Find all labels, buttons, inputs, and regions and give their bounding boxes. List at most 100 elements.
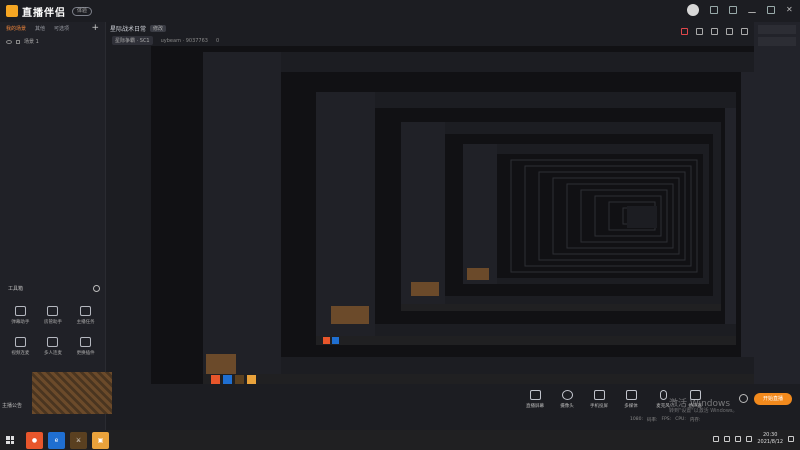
- activate-windows-hint: 转到"设置"以激活 Windows。: [669, 408, 738, 414]
- tool-label: 弹幕助手: [11, 320, 30, 325]
- scene-item[interactable]: 场景 1: [0, 35, 105, 48]
- tool-plugin[interactable]: 更换插件: [69, 337, 102, 356]
- eye-icon[interactable]: [6, 39, 12, 44]
- app-record-icon[interactable]: ●: [26, 431, 43, 449]
- message-icon[interactable]: [726, 28, 733, 35]
- action-label: 多媒体: [624, 404, 638, 409]
- task-icon: [80, 306, 92, 316]
- people-icon[interactable]: [713, 436, 720, 442]
- category-badge[interactable]: 星际争霸 · SC1: [112, 36, 153, 45]
- camera-icon: [561, 390, 573, 400]
- action-phone-cast[interactable]: 手机投屏: [586, 390, 612, 409]
- maximize-icon[interactable]: [767, 6, 775, 14]
- lock-icon[interactable]: [16, 39, 20, 44]
- action-camera[interactable]: 摄像头: [554, 390, 580, 409]
- app-game-icon[interactable]: ⚔: [70, 431, 87, 449]
- copy-icon[interactable]: [696, 28, 703, 35]
- settings-gear-icon[interactable]: [739, 394, 748, 403]
- tool-label: 更换插件: [76, 351, 95, 356]
- tab-my-scenes[interactable]: 我的场景: [6, 25, 26, 32]
- tool-label: 主播任务: [76, 320, 95, 325]
- notice-row: [758, 25, 796, 34]
- minimize-icon[interactable]: [748, 8, 756, 13]
- recursive-preview: [151, 46, 754, 406]
- action-label: 麦克风: [656, 404, 670, 409]
- tool-admin[interactable]: 房管助手: [37, 306, 70, 325]
- link-mic-icon: [14, 337, 26, 347]
- screen-icon: [529, 390, 541, 400]
- action-screen[interactable]: 直播屏幕: [522, 390, 548, 409]
- red-icon[interactable]: [681, 28, 688, 35]
- system-tray: 20:30 2021/8/12: [713, 432, 794, 446]
- app-name: 直播伴侣: [22, 7, 66, 19]
- action-label: 直播屏幕: [526, 404, 544, 409]
- uid-label: uybeam · 9037763: [160, 37, 208, 44]
- stat-bitrate: 码率:: [646, 418, 658, 423]
- announcement-label: 主播公告: [2, 403, 23, 409]
- mic-tray-icon[interactable]: [724, 436, 731, 442]
- windows-start-icon[interactable]: [6, 436, 14, 444]
- stats-row: 1080: 码率: FPS: CPU: 内存:: [630, 417, 700, 423]
- scene-tabs: 我的场景 其他 可选项 +: [0, 22, 105, 35]
- toolbox-title: 工具箱: [8, 286, 24, 292]
- tool-danmaku[interactable]: 弹幕助手: [4, 306, 37, 325]
- mic-icon: [659, 390, 667, 400]
- edit-room-button[interactable]: 修改: [150, 25, 167, 32]
- stat-fps: FPS:: [661, 417, 672, 422]
- avatar[interactable]: [687, 4, 699, 16]
- skin-icon[interactable]: [710, 6, 718, 14]
- media-icon: [625, 390, 637, 400]
- app-livecompanion-icon[interactable]: ▣: [92, 431, 109, 449]
- close-icon[interactable]: ✕: [786, 6, 794, 14]
- header-icons: [681, 28, 748, 35]
- action-media[interactable]: 多媒体: [618, 390, 644, 409]
- network-icon[interactable]: [735, 436, 742, 442]
- action-label: 手机投屏: [590, 404, 608, 409]
- version-badge[interactable]: 体验: [72, 6, 93, 16]
- danmaku-icon: [14, 306, 26, 316]
- tool-link-mic[interactable]: 视频连麦: [4, 337, 37, 356]
- tool-label: 多人连麦: [43, 351, 62, 356]
- game-thumbnail[interactable]: [32, 372, 112, 414]
- volume-icon[interactable]: [746, 436, 753, 442]
- admin-icon: [47, 306, 59, 316]
- clock-time: 20:30: [762, 432, 778, 438]
- tool-label: 视频连麦: [11, 351, 30, 356]
- tab-other[interactable]: 其他: [35, 25, 45, 32]
- multi-mic-icon: [47, 337, 59, 347]
- add-scene-button[interactable]: +: [91, 24, 99, 33]
- phone-cast-icon: [593, 390, 605, 400]
- toolbox: 工具箱 弹幕助手 房管助手 主播任务 视频连麦 多人连麦 更换插件: [0, 285, 106, 356]
- stream-preview[interactable]: [151, 46, 754, 406]
- tool-task[interactable]: 主播任务: [69, 306, 102, 325]
- tool-multi-mic[interactable]: 多人连麦: [37, 337, 70, 356]
- refresh-icon[interactable]: [93, 285, 100, 292]
- tab-options[interactable]: 可选项: [54, 25, 69, 32]
- clock[interactable]: 20:30 2021/8/12: [757, 432, 783, 446]
- stat-resolution: 1080:: [630, 417, 643, 422]
- nested-frame-4: [463, 144, 709, 284]
- center-panel: 星际战术日常 修改 星际争霸 · SC1 uybeam · 9037763 0: [106, 22, 754, 430]
- left-panel: 我的场景 其他 可选项 + 场景 1 工具箱 弹幕助手 房管助手 主播任务 视频…: [0, 22, 106, 430]
- action-label: 摄像头: [560, 404, 574, 409]
- windows-taskbar: ● e ⚔ ▣ 20:30 2021/8/12: [0, 430, 800, 450]
- title-bar: 直播伴侣 体验 ✕: [0, 0, 800, 22]
- notification-icon[interactable]: [788, 436, 794, 442]
- app-window: 直播伴侣 体验 ✕ 我的场景 其他 可选项 + 场景 1 工具箱 弹幕助手 房管…: [0, 0, 800, 430]
- stat-memory: 内存:: [689, 418, 701, 423]
- menu-icon[interactable]: [729, 6, 737, 14]
- app-logo: 直播伴侣 体验: [6, 4, 93, 19]
- shield-icon[interactable]: [741, 28, 748, 35]
- start-live-button[interactable]: 开始直播: [754, 393, 792, 405]
- bottom-action-bar: 直播屏幕 摄像头 手机投屏 多媒体 麦克风 扬声器 激活 Windows 转到"…: [106, 384, 800, 430]
- edit-icon[interactable]: [711, 28, 718, 35]
- notice-row: [758, 37, 796, 46]
- logo-icon: [6, 5, 18, 17]
- room-header: 星际战术日常 修改: [110, 24, 167, 33]
- scene-name: 场景 1: [24, 39, 39, 45]
- tool-label: 房管助手: [43, 320, 62, 325]
- room-meta: 星际争霸 · SC1 uybeam · 9037763 0: [112, 36, 219, 45]
- fans-count: 0: [215, 37, 220, 44]
- app-edge-icon[interactable]: e: [48, 431, 65, 449]
- right-panel: [754, 22, 800, 430]
